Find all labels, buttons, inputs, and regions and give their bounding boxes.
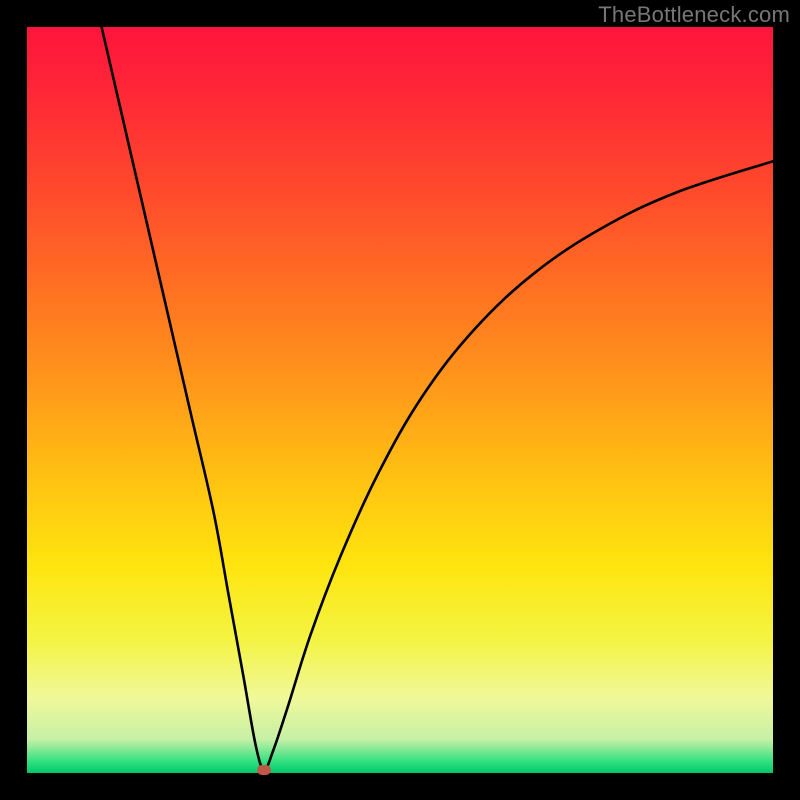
plot-frame: [27, 27, 773, 773]
attribution-label: TheBottleneck.com: [598, 2, 790, 28]
chart-stage: TheBottleneck.com: [0, 0, 800, 800]
minimum-marker: [257, 765, 271, 775]
background-gradient: [27, 27, 773, 773]
